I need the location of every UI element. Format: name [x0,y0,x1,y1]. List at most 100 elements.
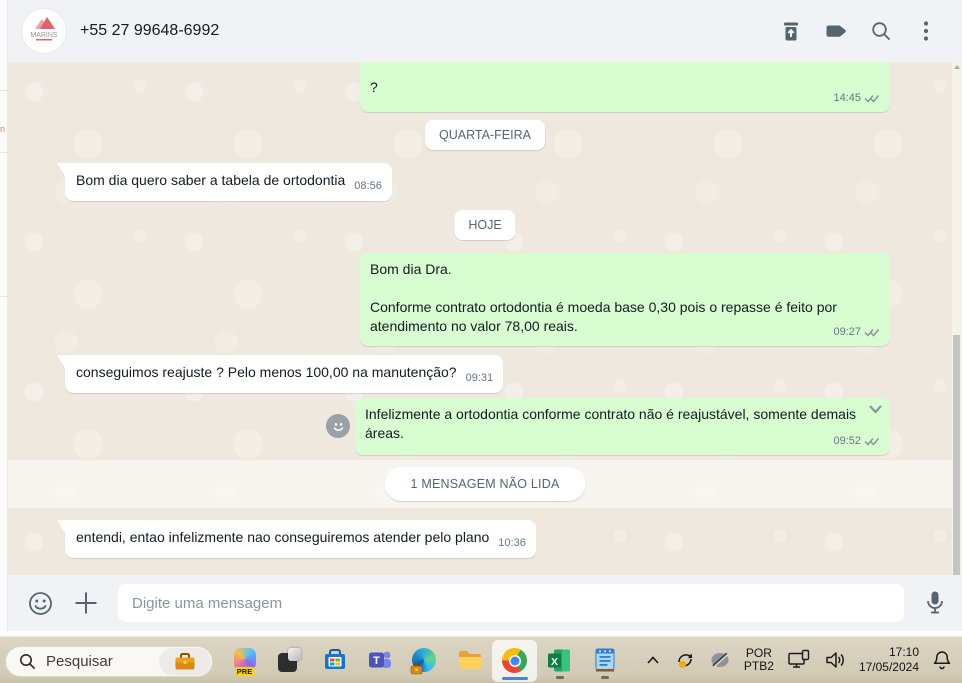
running-app-indicator [555,676,564,679]
message-incoming[interactable]: Bom dia quero saber a tabela de ortodont… [57,163,392,201]
app-copilot[interactable]: PRE [222,639,267,681]
app-task-view[interactable] [267,639,312,681]
tray-chevron-up-icon[interactable] [645,655,661,665]
task-view-squares-icon [277,647,302,673]
search-highlight[interactable] [159,648,211,675]
message-line: Bom dia Dra. [370,261,452,277]
tray-language-indicator[interactable]: POR PTB2 [744,647,774,673]
mic-icon[interactable] [924,590,946,616]
language-line2: PTB2 [743,659,774,673]
tray-clock[interactable]: 17:10 17/05/2024 [859,645,919,675]
screen: n MARINS +55 27 99648-6992 ? 14:45 QUART… [0,0,962,683]
double-check-icon [864,329,880,337]
message-meta: 09:27 [833,323,880,342]
unread-divider-band: 1 MENSAGEM NÃO LIDA [8,460,962,508]
tray-network-display-icon[interactable] [787,649,811,671]
message-incoming[interactable]: entendi, entao infelizmente nao consegui… [57,520,536,558]
message-meta: 09:52 [833,432,880,451]
briefcase-badge-icon [410,662,423,674]
message-line: áreas. [365,425,404,441]
tray-date: 17/05/2024 [858,660,919,674]
copilot-pre-badge: PRE [234,666,255,676]
chrome-icon [502,648,527,673]
system-tray: POR PTB2 17:10 17/05/2024 [645,637,962,683]
message-meta: 14:45 [833,89,880,108]
bubble-tail [57,520,65,533]
message-line: Conforme contrato ortodontia é moeda bas… [370,299,837,315]
sliver-line [0,296,8,297]
message-time: 09:27 [833,326,861,338]
svg-text:MARINS: MARINS [30,32,58,39]
sliver-text-fragment: n [0,124,6,134]
tray-volume-icon[interactable] [824,650,846,670]
search-label: Pesquisar [46,653,113,670]
tray-time: 17:10 [888,645,919,659]
message-menu-chevron-icon[interactable] [866,402,885,421]
marins-logo: MARINS [30,17,58,41]
date-divider: QUARTA-FEIRA [425,120,545,150]
scrollbar-up-arrow[interactable] [954,65,960,69]
search-icon [20,654,35,669]
double-check-icon [864,438,880,446]
tray-slashed-status-icon[interactable] [709,650,731,670]
header-actions [779,19,962,43]
double-check-icon [864,95,880,103]
search-icon[interactable] [869,19,893,43]
teams-icon: T [368,651,391,668]
sliver-line [0,152,8,153]
svg-text:X: X [551,655,558,667]
app-teams[interactable]: T [357,639,402,681]
emoji-icon[interactable] [27,590,54,617]
plus-attach-icon[interactable] [74,591,98,615]
contact-phone-title[interactable]: +55 27 99648-6992 [80,22,219,40]
notepad-icon [595,648,614,672]
bubble-tail [57,163,65,176]
app-edge-business[interactable] [402,639,447,681]
folder-icon [458,651,481,669]
briefcase-icon [175,652,195,669]
message-time: 14:45 [833,92,861,104]
message-line [370,279,880,298]
message-text: Bom dia quero saber a tabela de ortodont… [76,172,346,188]
message-time: 08:56 [354,180,382,192]
chat-canvas: ? 14:45 QUARTA-FEIRA Bom dia quero saber… [8,62,962,575]
message-incoming[interactable]: conseguimos reajuste ? Pelo menos 100,00… [57,355,504,393]
taskbar: Pesquisar PRE T X POR PTB2 17:10 17/05/2… [0,637,962,683]
scrollbar-thumb[interactable] [953,335,960,585]
tray-sync-pending-icon[interactable] [674,649,696,671]
microsoft-store-icon [324,649,345,669]
message-line: Infelizmente a ortodontia conforme contr… [365,406,857,422]
chat-header: MARINS +55 27 99648-6992 [8,0,962,62]
svg-text:T: T [373,655,380,667]
running-app-indicator [600,676,609,679]
tray-bell-icon[interactable] [932,649,952,671]
message-time: 10:36 [498,537,526,549]
message-text: entendi, entao infelizmente nao consegui… [76,529,490,545]
app-chrome-active[interactable] [492,639,537,682]
excel-icon: X [548,649,570,671]
background-window-sliver: n [0,0,8,637]
message-line: atendimento no valor 78,00 reais. [370,318,578,334]
app-excel[interactable]: X [537,639,582,681]
contact-avatar[interactable]: MARINS [22,9,66,53]
app-microsoft-store[interactable] [312,639,357,681]
bubble-tail [57,355,65,368]
date-divider: HOJE [454,210,516,240]
taskbar-search[interactable]: Pesquisar [5,646,213,677]
react-emoji-button[interactable] [326,414,350,438]
message-outgoing[interactable]: Bom dia Dra. Conforme contrato ortodonti… [360,253,890,346]
app-file-explorer[interactable] [447,639,492,681]
label-icon[interactable] [824,19,848,43]
message-outgoing[interactable]: Infelizmente a ortodontia conforme contr… [326,398,890,455]
chat-scrollbar[interactable] [952,62,962,598]
smiley-icon [333,422,343,431]
menu-kebab-icon[interactable] [914,19,938,43]
message-text: conseguimos reajuste ? Pelo menos 100,00… [76,364,457,380]
app-notepad[interactable] [582,639,627,681]
unread-divider-label: 1 MENSAGEM NÃO LIDA [384,467,586,501]
delete-icon[interactable] [779,19,803,43]
message-time: 09:31 [465,372,494,384]
sliver-line [0,90,8,91]
message-input[interactable] [118,584,904,622]
message-outgoing[interactable]: ? 14:45 [360,62,890,112]
